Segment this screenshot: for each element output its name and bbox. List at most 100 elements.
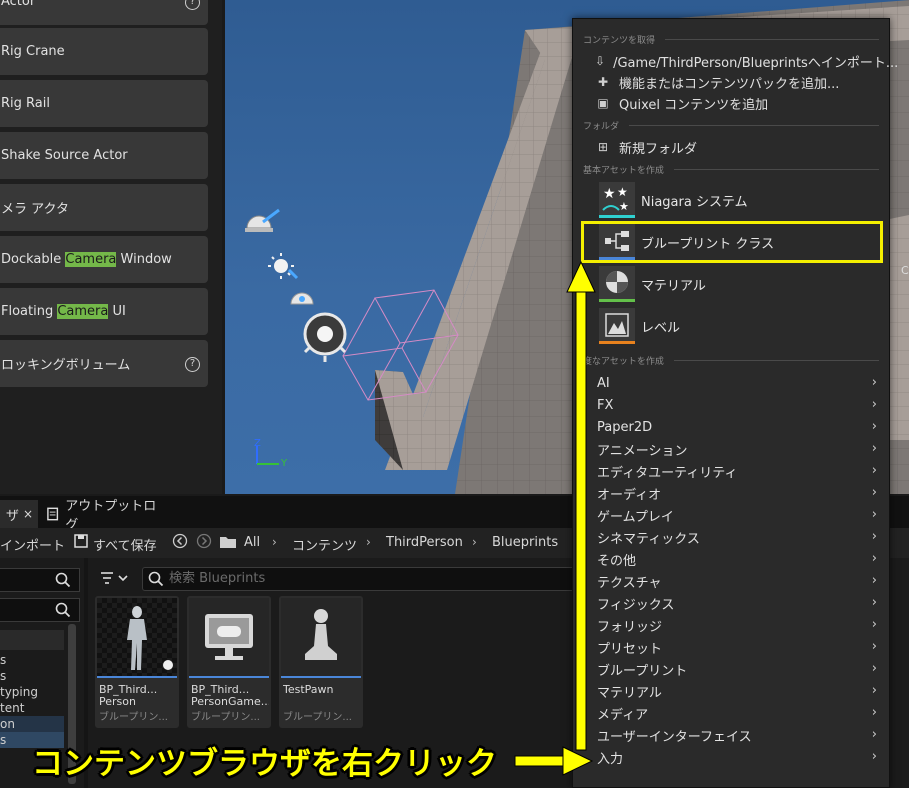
folder-icon xyxy=(219,535,237,553)
menu-category-label: ゲームプレイ xyxy=(597,509,674,525)
menu-category-item[interactable]: フォリッジ › xyxy=(597,614,883,636)
breadcrumb-blueprints[interactable]: Blueprints xyxy=(492,535,558,550)
menu-item-import[interactable]: ⇩/Game/ThirdPerson/Blueprintsへインポート... xyxy=(595,51,898,71)
menu-category-item[interactable]: 入力 › xyxy=(597,746,883,768)
chevron-right-icon: › xyxy=(871,749,877,764)
menu-category-item[interactable]: シネマティックス › xyxy=(597,526,883,548)
breadcrumb-separator: › xyxy=(366,535,371,549)
breadcrumb-separator: › xyxy=(272,535,277,549)
menu-category-item[interactable]: ブループリント › xyxy=(597,658,883,680)
menu-category-item[interactable]: フィジックス › xyxy=(597,592,883,614)
menu-category-item[interactable]: アニメーション › xyxy=(597,438,883,460)
chevron-right-icon: › xyxy=(871,573,877,588)
menu-item-material[interactable]: マテリアル xyxy=(599,265,879,303)
menu-item-niagara-system[interactable]: ★ ★ ★ Niagara システム xyxy=(599,181,879,219)
chevron-right-icon: › xyxy=(871,419,877,434)
breadcrumb-content[interactable]: コンテンツ xyxy=(292,535,357,554)
close-icon[interactable]: × xyxy=(23,507,33,521)
menu-category-item[interactable]: エディタユーティリティ › xyxy=(597,460,883,482)
menu-category-label: Paper2D xyxy=(597,419,653,435)
back-icon[interactable] xyxy=(172,533,188,553)
viewport-edge-label: C xyxy=(901,264,909,277)
svg-text:★: ★ xyxy=(617,185,628,199)
actor-list-item[interactable]: メラ アクタ xyxy=(0,184,208,231)
help-icon[interactable]: ? xyxy=(185,356,200,372)
asset-type-bar xyxy=(97,676,177,678)
actor-item-label: メラ アクタ xyxy=(1,202,69,217)
menu-category-item[interactable]: Paper2D › xyxy=(597,416,883,438)
menu-category-label: FX xyxy=(597,397,614,413)
search-icon xyxy=(55,602,71,622)
menu-category-label: ユーザーインターフェイス xyxy=(597,729,752,745)
chevron-right-icon: › xyxy=(871,727,877,742)
actor-list-item[interactable]: Actor ? xyxy=(0,0,208,25)
tab-content-browser[interactable]: ザ × xyxy=(0,500,38,528)
menu-category-item[interactable]: ゲームプレイ › xyxy=(597,504,883,526)
menu-item-level[interactable]: レベル xyxy=(599,307,879,345)
menu-category-item[interactable]: マテリアル › xyxy=(597,680,883,702)
tree-item[interactable]: s xyxy=(0,652,64,668)
menu-category-label: その他 xyxy=(597,553,637,569)
favorites-search[interactable] xyxy=(0,568,80,592)
actor-item-label: Shake Source Actor xyxy=(1,148,128,163)
menu-category-label: ブループリント xyxy=(597,663,688,679)
menu-category-item[interactable]: その他 › xyxy=(597,548,883,570)
save-all-button[interactable]: すべて保存 xyxy=(93,535,157,554)
breadcrumb-all[interactable]: All xyxy=(244,535,260,550)
forward-icon[interactable] xyxy=(196,533,212,553)
asset-search-input[interactable]: 検索 Blueprints xyxy=(142,567,582,591)
actor-list-item[interactable]: ロッキングボリューム ? xyxy=(0,340,208,387)
tab-output-log[interactable]: アウトプットログ xyxy=(40,499,170,533)
tree-item[interactable]: tent xyxy=(0,700,64,716)
sky-light-icon[interactable] xyxy=(268,253,299,280)
menu-category-label: メディア xyxy=(597,707,649,723)
import-button[interactable]: インポート xyxy=(0,535,65,554)
actor-item-label: Floating Camera UI xyxy=(1,304,126,319)
menu-category-label: マテリアル xyxy=(597,685,662,701)
chevron-right-icon: › xyxy=(871,595,877,610)
svg-text:★: ★ xyxy=(603,186,616,202)
actor-list-item[interactable]: Rig Rail xyxy=(0,80,208,127)
actor-list-item[interactable]: Floating Camera UI xyxy=(0,288,208,335)
menu-item-add-feature[interactable]: ✚ 機能またはコンテンツパックを追加... xyxy=(595,72,883,92)
menu-category-item[interactable]: FX › xyxy=(597,394,883,416)
breadcrumb-thirdperson[interactable]: ThirdPerson xyxy=(386,535,463,550)
save-all-icon xyxy=(74,534,88,552)
menu-category-item[interactable]: オーディオ › xyxy=(597,482,883,504)
menu-item-quixel[interactable]: ▣ Quixel コンテンツを追加 xyxy=(595,93,883,113)
menu-category-item[interactable]: AI › xyxy=(597,372,883,394)
search-icon xyxy=(55,572,71,592)
fog-icon[interactable] xyxy=(303,312,347,362)
folder-search[interactable] xyxy=(0,598,80,622)
menu-category-item[interactable]: ユーザーインターフェイス › xyxy=(597,724,883,746)
asset-name: PersonGame... xyxy=(191,696,269,708)
menu-category-label: シネマティックス xyxy=(597,531,700,547)
menu-category-item[interactable]: プリセット › xyxy=(597,636,883,658)
chevron-right-icon: › xyxy=(871,507,877,522)
chevron-right-icon: › xyxy=(871,463,877,478)
annotation-caption: コンテンツブラウザを右クリック xyxy=(32,746,497,782)
filter-icon[interactable] xyxy=(100,570,130,590)
import-icon: ⇩ xyxy=(595,54,606,68)
directional-light-icon[interactable] xyxy=(245,208,280,232)
chevron-right-icon: › xyxy=(871,529,877,544)
menu-category-item[interactable]: メディア › xyxy=(597,702,883,724)
actor-list-item[interactable]: Rig Crane xyxy=(0,28,208,75)
asset-tile[interactable]: TestPawn ブループリン... xyxy=(279,596,363,728)
asset-tile[interactable]: BP_Third... PersonGame... ブループリン... xyxy=(187,596,271,728)
asset-type-bar xyxy=(281,676,361,678)
asset-type: ブループリン... xyxy=(99,712,168,723)
help-icon[interactable]: ? xyxy=(185,0,200,10)
menu-item-new-folder[interactable]: ⊞ 新規フォルダ xyxy=(595,137,883,157)
tree-item[interactable]: on xyxy=(0,716,64,732)
menu-category-item[interactable]: テクスチャ › xyxy=(597,570,883,592)
tree-item[interactable]: s xyxy=(0,668,64,684)
axis-y-label: Y xyxy=(281,458,288,469)
actor-list-item[interactable]: Shake Source Actor xyxy=(0,132,208,179)
atmosphere-icon[interactable] xyxy=(290,292,314,305)
actor-list-item[interactable]: Dockable Camera Window xyxy=(0,236,208,283)
chevron-right-icon: › xyxy=(871,441,877,456)
tree-item[interactable]: typing xyxy=(0,684,64,700)
asset-tile[interactable]: BP_Third... Person ブループリン... xyxy=(95,596,179,728)
add-feature-icon: ✚ xyxy=(597,75,609,89)
